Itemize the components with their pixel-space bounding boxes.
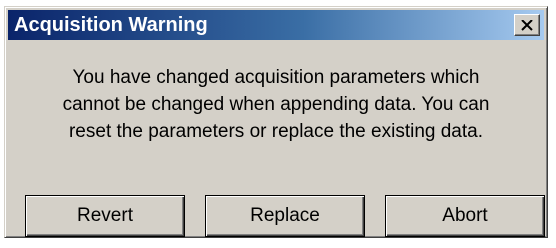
revert-button[interactable]: Revert [25,195,185,237]
message-line: reset the parameters or replace the exis… [68,121,483,142]
close-icon [521,19,533,31]
button-row: Revert Replace Abort [5,195,547,237]
title-bar[interactable]: Acquisition Warning [8,10,544,40]
warning-message: You have changed acquisition parameters … [5,64,547,145]
close-button[interactable] [514,14,540,36]
message-line: cannot be changed when appending data. Y… [62,94,490,115]
acquisition-warning-dialog: Acquisition Warning You have changed acq… [4,6,548,238]
abort-button[interactable]: Abort [385,195,545,237]
dialog-title: Acquisition Warning [14,13,208,36]
replace-button[interactable]: Replace [205,195,365,237]
message-line: You have changed acquisition parameters … [72,67,480,88]
